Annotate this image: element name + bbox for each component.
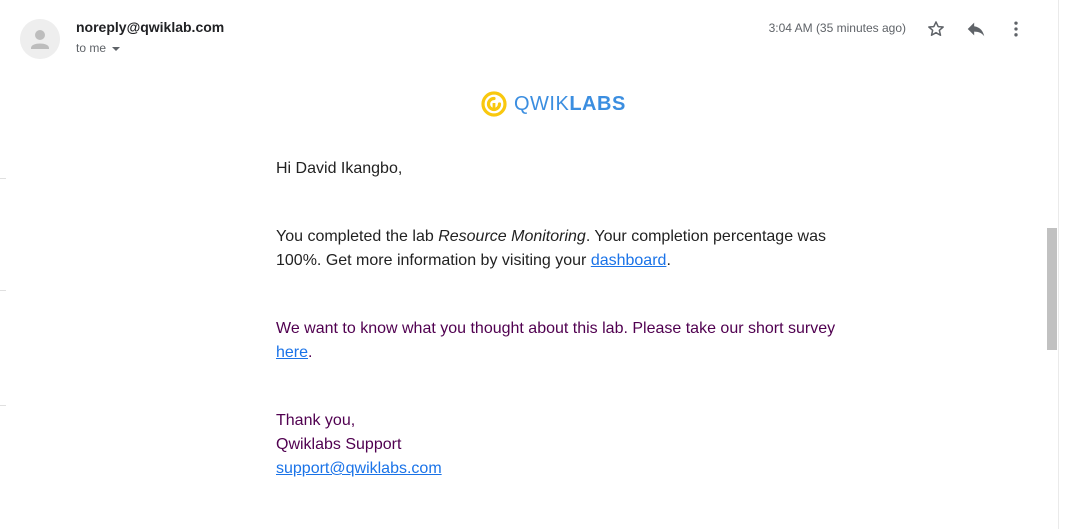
- dashboard-link[interactable]: dashboard: [591, 252, 667, 269]
- signoff-block: Thank you, Qwiklabs Support support@qwik…: [276, 409, 836, 481]
- star-icon: [928, 21, 944, 36]
- completion-prefix: You completed the lab: [276, 228, 439, 245]
- edge-mark: [0, 290, 6, 291]
- lab-name: Resource Monitoring: [438, 228, 586, 245]
- completion-paragraph: You completed the lab Resource Monitorin…: [276, 225, 836, 273]
- survey-link[interactable]: here: [276, 344, 308, 361]
- recipient-toggle[interactable]: to me: [76, 41, 121, 55]
- edge-mark: [0, 405, 6, 406]
- scrollbar-thumb[interactable]: [1047, 228, 1057, 350]
- default-avatar-icon: [20, 19, 60, 59]
- survey-paragraph: We want to know what you thought about t…: [276, 317, 836, 365]
- reply-button[interactable]: [964, 17, 988, 41]
- sender-address[interactable]: noreply@qwiklab.com: [76, 19, 224, 35]
- scrollbar[interactable]: [1046, 0, 1058, 529]
- logo-wordmark: QWIKLABS: [514, 93, 626, 116]
- message-timestamp: 3:04 AM (35 minutes ago): [768, 21, 906, 35]
- greeting-line: Hi David Ikangbo,: [276, 160, 403, 177]
- right-divider: [1058, 0, 1059, 529]
- signoff-thanks: Thank you,: [276, 412, 356, 429]
- reply-icon: [967, 22, 985, 37]
- survey-suffix: .: [308, 344, 313, 361]
- left-edge-markers: [0, 0, 6, 529]
- qwiklabs-mark-icon: [481, 91, 507, 117]
- completion-suffix: .: [666, 252, 671, 269]
- sender-avatar[interactable]: [20, 19, 60, 59]
- support-email-link[interactable]: support@qwiklabs.com: [276, 460, 442, 477]
- edge-mark: [0, 178, 6, 179]
- recipient-label: to me: [76, 41, 107, 55]
- email-view: noreply@qwiklab.com to me 3:04 AM (35 mi…: [0, 0, 1066, 529]
- qwiklabs-logo: QWIKLABS: [480, 90, 626, 118]
- logo-text-light: QWIK: [514, 92, 570, 115]
- star-button[interactable]: [924, 17, 948, 41]
- survey-prefix: We want to know what you thought about t…: [276, 320, 836, 337]
- more-options-button[interactable]: [1004, 17, 1028, 41]
- signoff-team: Qwiklabs Support: [276, 436, 402, 453]
- caret-down-icon: [112, 47, 121, 51]
- logo-text-bold: LABS: [569, 92, 626, 115]
- more-vert-icon: [1014, 21, 1018, 37]
